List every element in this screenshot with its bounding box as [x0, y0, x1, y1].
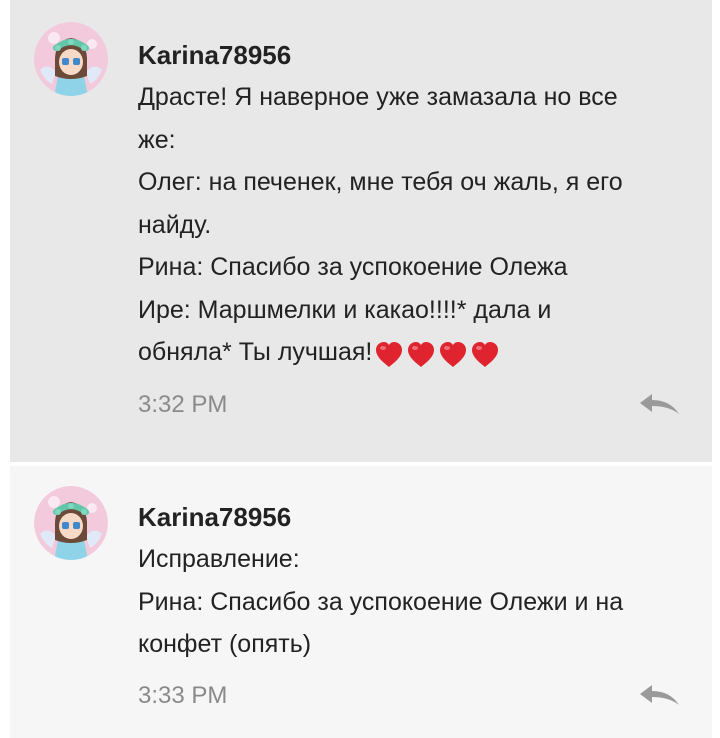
timestamp: 3:32 PM — [138, 390, 228, 418]
message-text-line: конфет (опять) — [138, 630, 312, 658]
message-item[interactable]: Karina78956 Исправление: Рина: Спасибо з… — [10, 466, 712, 738]
user-avatar[interactable] — [34, 486, 108, 560]
message-text-line-with-hearts: обняла* Ты лучшая! — [138, 331, 688, 375]
message-text-line: Рина: Спасибо за успокоение Олежа — [138, 253, 568, 281]
hearts-emoji-group — [374, 332, 502, 375]
message-text-line: Олег: на печенек, мне тебя оч жаль, я ег… — [138, 168, 623, 196]
heart-emoji-icon — [408, 341, 435, 367]
message-text-segment: обняла* Ты лучшая! — [138, 338, 373, 366]
message-content: Karina78956 Исправление: Рина: Спасибо з… — [138, 500, 688, 716]
heart-emoji-icon — [440, 341, 467, 367]
message-text-line: Драсте! Я наверное уже замазала но все — [138, 83, 618, 111]
user-avatar[interactable] — [34, 22, 108, 96]
heart-emoji-icon — [472, 341, 499, 367]
message-item[interactable]: Karina78956 Драсте! Я наверное уже замаз… — [10, 0, 712, 462]
message-text-line: Ире: Маршмелки и какао!!!!* дала и — [138, 295, 552, 324]
message-text-line: Рина: Спасибо за успокоение Олежи и на — [138, 587, 624, 616]
message-meta: 3:32 PM — [138, 385, 688, 425]
reply-arrow-icon[interactable] — [638, 391, 682, 419]
message-meta: 3:33 PM — [138, 676, 688, 716]
message-text-line: найду. — [138, 210, 212, 239]
message-feed: Karina78956 Драсте! Я наверное уже замаз… — [0, 0, 720, 738]
reply-arrow-icon[interactable] — [638, 682, 682, 710]
heart-emoji-icon — [376, 341, 403, 367]
message-content: Karina78956 Драсте! Я наверное уже замаз… — [138, 38, 688, 425]
username[interactable]: Karina78956 — [138, 38, 688, 72]
timestamp: 3:33 PM — [138, 681, 228, 709]
message-text-line: же: — [138, 125, 176, 154]
username[interactable]: Karina78956 — [138, 500, 688, 534]
message-text-line: Исправление: — [138, 545, 300, 573]
